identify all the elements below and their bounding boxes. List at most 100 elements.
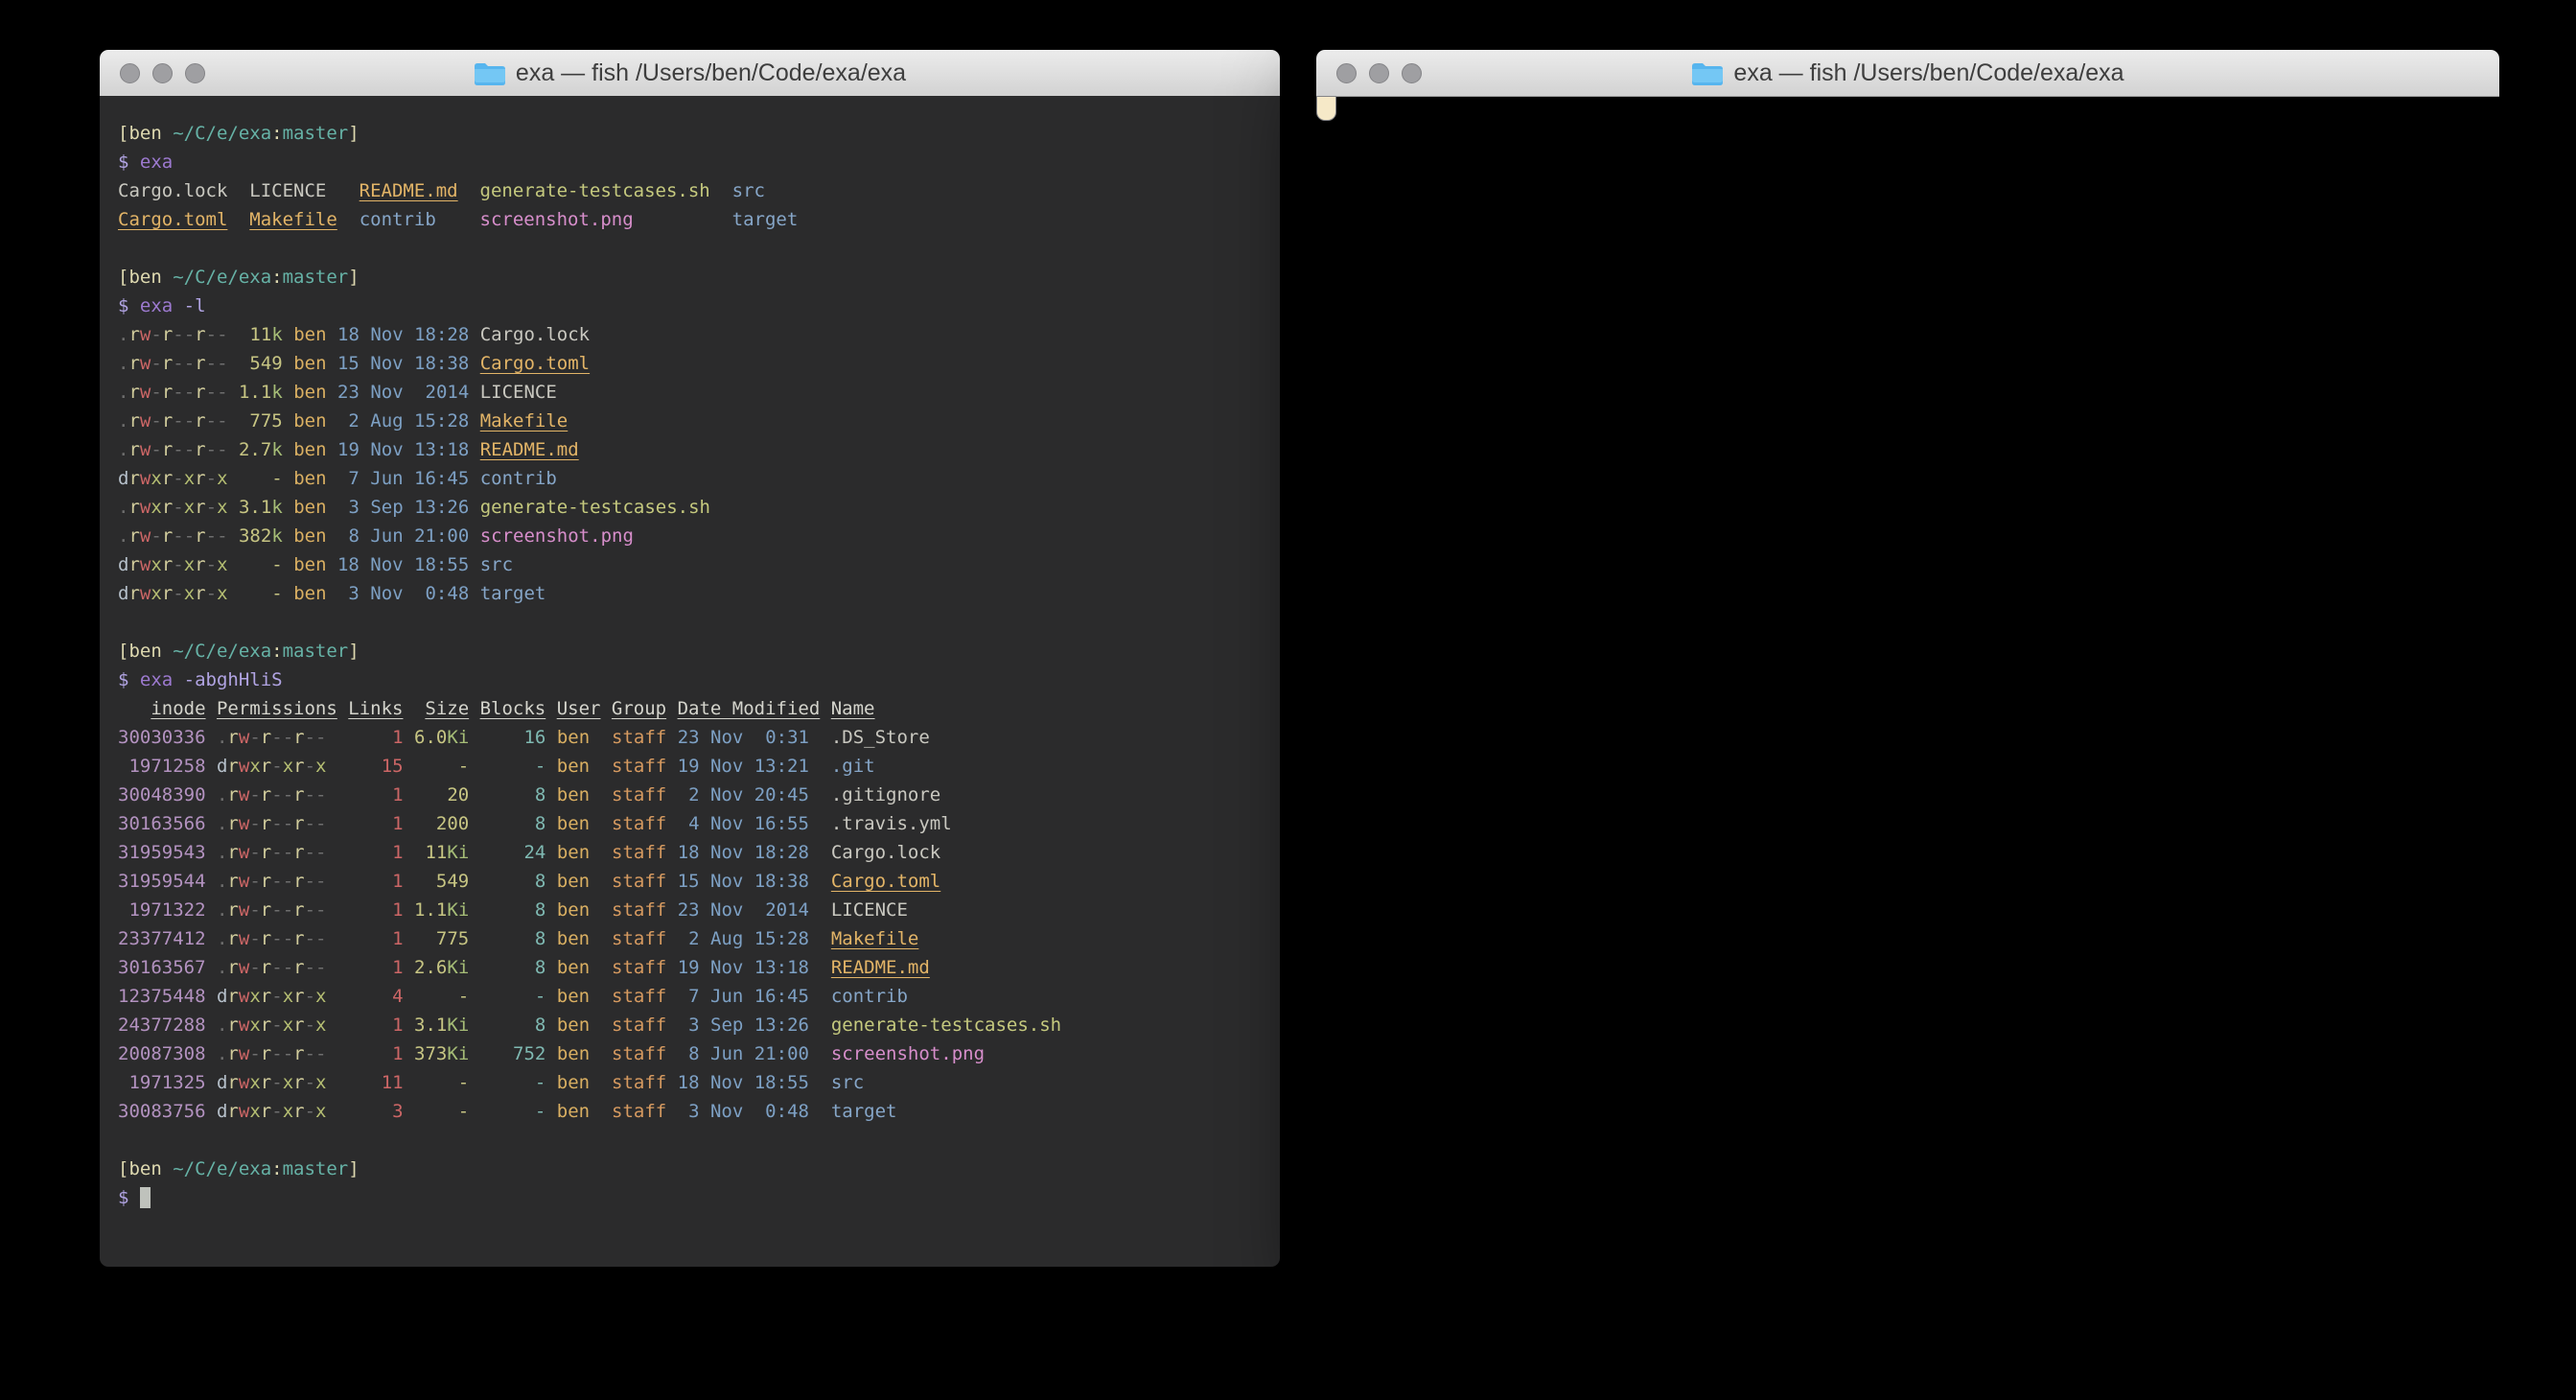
terminal-text: 1971322 (118, 899, 206, 921)
permission-char: r (293, 1015, 304, 1036)
permission-char: w (239, 784, 249, 805)
permission-char: w (239, 1072, 249, 1093)
permission-char: r (261, 727, 271, 748)
close-button[interactable] (1336, 63, 1357, 83)
terminal-text (545, 1101, 556, 1122)
terminal-text: ] (348, 123, 359, 144)
terminal-text: ben (293, 353, 326, 374)
terminal-text (469, 899, 479, 921)
terminal-text (545, 1015, 556, 1036)
terminal-text: ben (557, 1072, 590, 1093)
terminal-text (404, 784, 414, 805)
terminal-text: 1 (348, 842, 403, 863)
permission-char: - (283, 871, 293, 892)
permission-char: r (293, 928, 304, 949)
terminal-text (283, 468, 293, 489)
permission-char: x (249, 1072, 260, 1093)
terminal-text (809, 1101, 831, 1122)
terminal-text: ben (557, 784, 590, 805)
terminal-line: .rwxr-xr-x 3.1k ben 3 Sep 13:26 generate… (118, 493, 1280, 522)
terminal-text (545, 1072, 556, 1093)
permission-char: r (293, 842, 304, 863)
permission-char: x (151, 497, 161, 518)
terminal-text (327, 382, 337, 403)
permission-char: - (283, 957, 293, 978)
permission-char: . (217, 928, 227, 949)
terminal-text: Makefile (480, 410, 569, 432)
terminal-text (337, 698, 348, 719)
terminal-text: 8 Jun 21:00 (337, 525, 469, 547)
permission-char: . (217, 1043, 227, 1064)
terminal-text (327, 1043, 349, 1064)
terminal-text (469, 324, 479, 345)
terminal-text (545, 928, 556, 949)
permission-char: - (271, 1015, 282, 1036)
permission-char: r (261, 899, 271, 921)
terminal-text: target (831, 1101, 897, 1122)
terminal-content[interactable]: [ben ~/C/e/exa:master]$ exaCargo.lock LI… (100, 96, 1280, 1267)
terminal-text: 11 (348, 1072, 403, 1093)
permission-char: . (118, 382, 128, 403)
permission-char: x (283, 1072, 293, 1093)
terminal-text: ben (293, 554, 326, 575)
terminal-text: staff (612, 928, 666, 949)
terminal-text (545, 899, 556, 921)
permission-char: w (140, 525, 151, 547)
terminal-text: contrib (480, 468, 557, 489)
window-titlebar[interactable]: exa — fish /Users/ben/Code/exa/exa (100, 50, 1280, 97)
window-titlebar[interactable]: exa — fish /Users/ben/Code/exa/exa (1316, 50, 2499, 97)
window-title: exa — fish /Users/ben/Code/exa/exa (474, 59, 906, 87)
permission-char: r (227, 871, 238, 892)
terminal-text (206, 986, 217, 1007)
minimize-button[interactable] (1369, 63, 1389, 83)
permission-char: r (162, 525, 173, 547)
permission-char: w (239, 842, 249, 863)
permission-char: w (239, 813, 249, 834)
terminal-text: Makefile (249, 209, 337, 230)
terminal-text (469, 727, 479, 748)
terminal-text: 12375448 (118, 986, 206, 1007)
terminal-text (228, 525, 239, 547)
terminal-text: contrib (831, 986, 908, 1007)
terminal-text: $ (118, 669, 140, 690)
terminal-content[interactable]: [ben ~/C/e/exa:master]$ exa --long --gri… (1316, 96, 1336, 121)
zoom-button[interactable] (185, 63, 205, 83)
permission-char: - (249, 813, 260, 834)
permission-char: r (128, 554, 139, 575)
permission-char: - (271, 784, 282, 805)
terminal-text: 2 Nov 20:45 (678, 784, 809, 805)
terminal-text (666, 928, 677, 949)
terminal-text: 15 Nov 18:38 (678, 871, 809, 892)
permission-char: - (283, 842, 293, 863)
terminal-text: [ben (118, 641, 173, 662)
permission-char: - (271, 727, 282, 748)
zoom-button[interactable] (1402, 63, 1422, 83)
permission-char: - (151, 439, 161, 460)
permission-char: - (315, 842, 326, 863)
permission-char: - (249, 727, 260, 748)
permission-char: - (283, 784, 293, 805)
close-button[interactable] (120, 63, 140, 83)
terminal-text: staff (612, 899, 666, 921)
terminal-text (469, 756, 479, 777)
terminal-text: 23 Nov 2014 (337, 382, 469, 403)
terminal-text (327, 871, 349, 892)
terminal-text (404, 1101, 414, 1122)
permission-char: x (249, 1015, 260, 1036)
permission-char: - (305, 784, 315, 805)
terminal-text (545, 871, 556, 892)
permission-char: - (271, 1043, 282, 1064)
permission-char: - (305, 986, 315, 1007)
terminal-text: 23 Nov 0:31 (678, 727, 809, 748)
terminal-text: staff (612, 871, 666, 892)
permission-char: x (315, 1072, 326, 1093)
terminal-text (809, 957, 831, 978)
permission-char: - (184, 410, 195, 432)
terminal-text: contrib (360, 209, 436, 230)
permission-char: w (239, 1101, 249, 1122)
terminal-text (590, 842, 612, 863)
terminal-text (228, 497, 239, 518)
terminal-text (228, 439, 239, 460)
minimize-button[interactable] (152, 63, 173, 83)
permission-char: r (227, 756, 238, 777)
